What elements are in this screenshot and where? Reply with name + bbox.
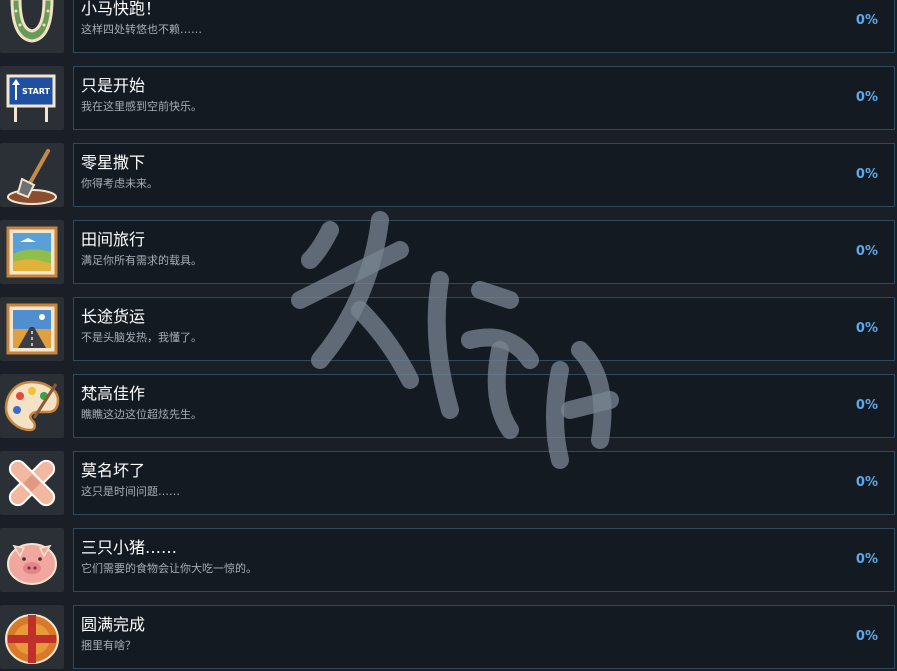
achievement-row[interactable]: 三只小猪…… 它们需要的食物会让你大吃一惊的。 0%: [0, 528, 897, 594]
achievement-title: 田间旅行: [81, 230, 146, 249]
achievement-row[interactable]: 田间旅行 满足你所有需求的载具。 0%: [0, 220, 897, 286]
achievement-percent: 0%: [855, 13, 878, 28]
achievement-percent: 0%: [855, 167, 878, 182]
start-sign-label: START: [22, 87, 51, 96]
achievement-title: 长途货运: [81, 307, 146, 326]
achievement-row[interactable]: 小马快跑！ 这样四处转悠也不赖…… 0%: [0, 0, 897, 55]
achievement-title: 莫名坏了: [81, 461, 146, 480]
achievement-percent: 0%: [855, 629, 878, 644]
field-picture-icon: [0, 220, 64, 284]
achievement-title: 只是开始: [81, 76, 146, 95]
achievement-row[interactable]: 梵高佳作 瞧瞧这边这位超炫先生。 0%: [0, 374, 897, 440]
achievement-description: 瞧瞧这边这位超炫先生。: [81, 408, 202, 421]
achievement-title: 圆满完成: [81, 615, 146, 634]
achievement-row[interactable]: START 只是开始 我在这里感到空前快乐。 0%: [0, 66, 897, 132]
achievement-percent: 0%: [855, 90, 878, 105]
achievement-row[interactable]: 零星撒下 你得考虑未来。 0%: [0, 143, 897, 209]
pig-icon: [0, 528, 64, 592]
achievement-card: 莫名坏了 这只是时间问题…… 0%: [73, 451, 895, 515]
achievement-percent: 0%: [855, 321, 878, 336]
start-sign-icon: START: [0, 66, 64, 130]
achievement-card: 圆满完成 捆里有啥？ 0%: [73, 605, 895, 669]
achievement-percent: 0%: [855, 398, 878, 413]
achievement-card: 梵高佳作 瞧瞧这边这位超炫先生。 0%: [73, 374, 895, 438]
achievement-percent: 0%: [855, 244, 878, 259]
achievement-title: 小马快跑！: [81, 0, 162, 18]
shovel-icon: [0, 143, 64, 207]
paint-palette-icon: [0, 374, 64, 438]
achievement-description: 你得考虑未来。: [81, 177, 158, 190]
achievement-title: 三只小猪……: [81, 538, 178, 557]
achievement-card: 零星撒下 你得考虑未来。 0%: [73, 143, 895, 207]
achievement-row[interactable]: 长途货运 不是头脑发热，我懂了。 0%: [0, 297, 897, 363]
achievement-list: 小马快跑！ 这样四处转悠也不赖…… 0% START 只是开始 我在这里感到空前…: [0, 0, 897, 670]
achievement-description: 捆里有啥？: [81, 639, 136, 652]
achievement-title: 梵高佳作: [81, 384, 146, 403]
achievement-percent: 0%: [855, 475, 878, 490]
achievement-card: 三只小猪…… 它们需要的食物会让你大吃一惊的。 0%: [73, 528, 895, 592]
achievement-card: 田间旅行 满足你所有需求的载具。 0%: [73, 220, 895, 284]
achievement-card: 长途货运 不是头脑发热，我懂了。 0%: [73, 297, 895, 361]
bandage-icon: [0, 451, 64, 515]
achievement-title: 零星撒下: [81, 153, 146, 172]
achievement-description: 这样四处转悠也不赖……: [81, 23, 202, 36]
achievement-description: 我在这里感到空前快乐。: [81, 100, 202, 113]
achievement-description: 这只是时间问题……: [81, 485, 180, 498]
achievement-description: 满足你所有需求的载具。: [81, 254, 202, 267]
achievement-percent: 0%: [855, 552, 878, 567]
road-picture-icon: [0, 297, 64, 361]
hay-bale-icon: [0, 605, 64, 669]
achievement-card: 小马快跑！ 这样四处转悠也不赖…… 0%: [73, 0, 895, 53]
achievement-row[interactable]: 圆满完成 捆里有啥？ 0%: [0, 605, 897, 671]
achievement-description: 不是头脑发热，我懂了。: [81, 331, 202, 344]
achievement-card: 只是开始 我在这里感到空前快乐。 0%: [73, 66, 895, 130]
horseshoe-icon: [0, 0, 64, 53]
achievement-description: 它们需要的食物会让你大吃一惊的。: [81, 562, 257, 575]
achievement-row[interactable]: 莫名坏了 这只是时间问题…… 0%: [0, 451, 897, 517]
